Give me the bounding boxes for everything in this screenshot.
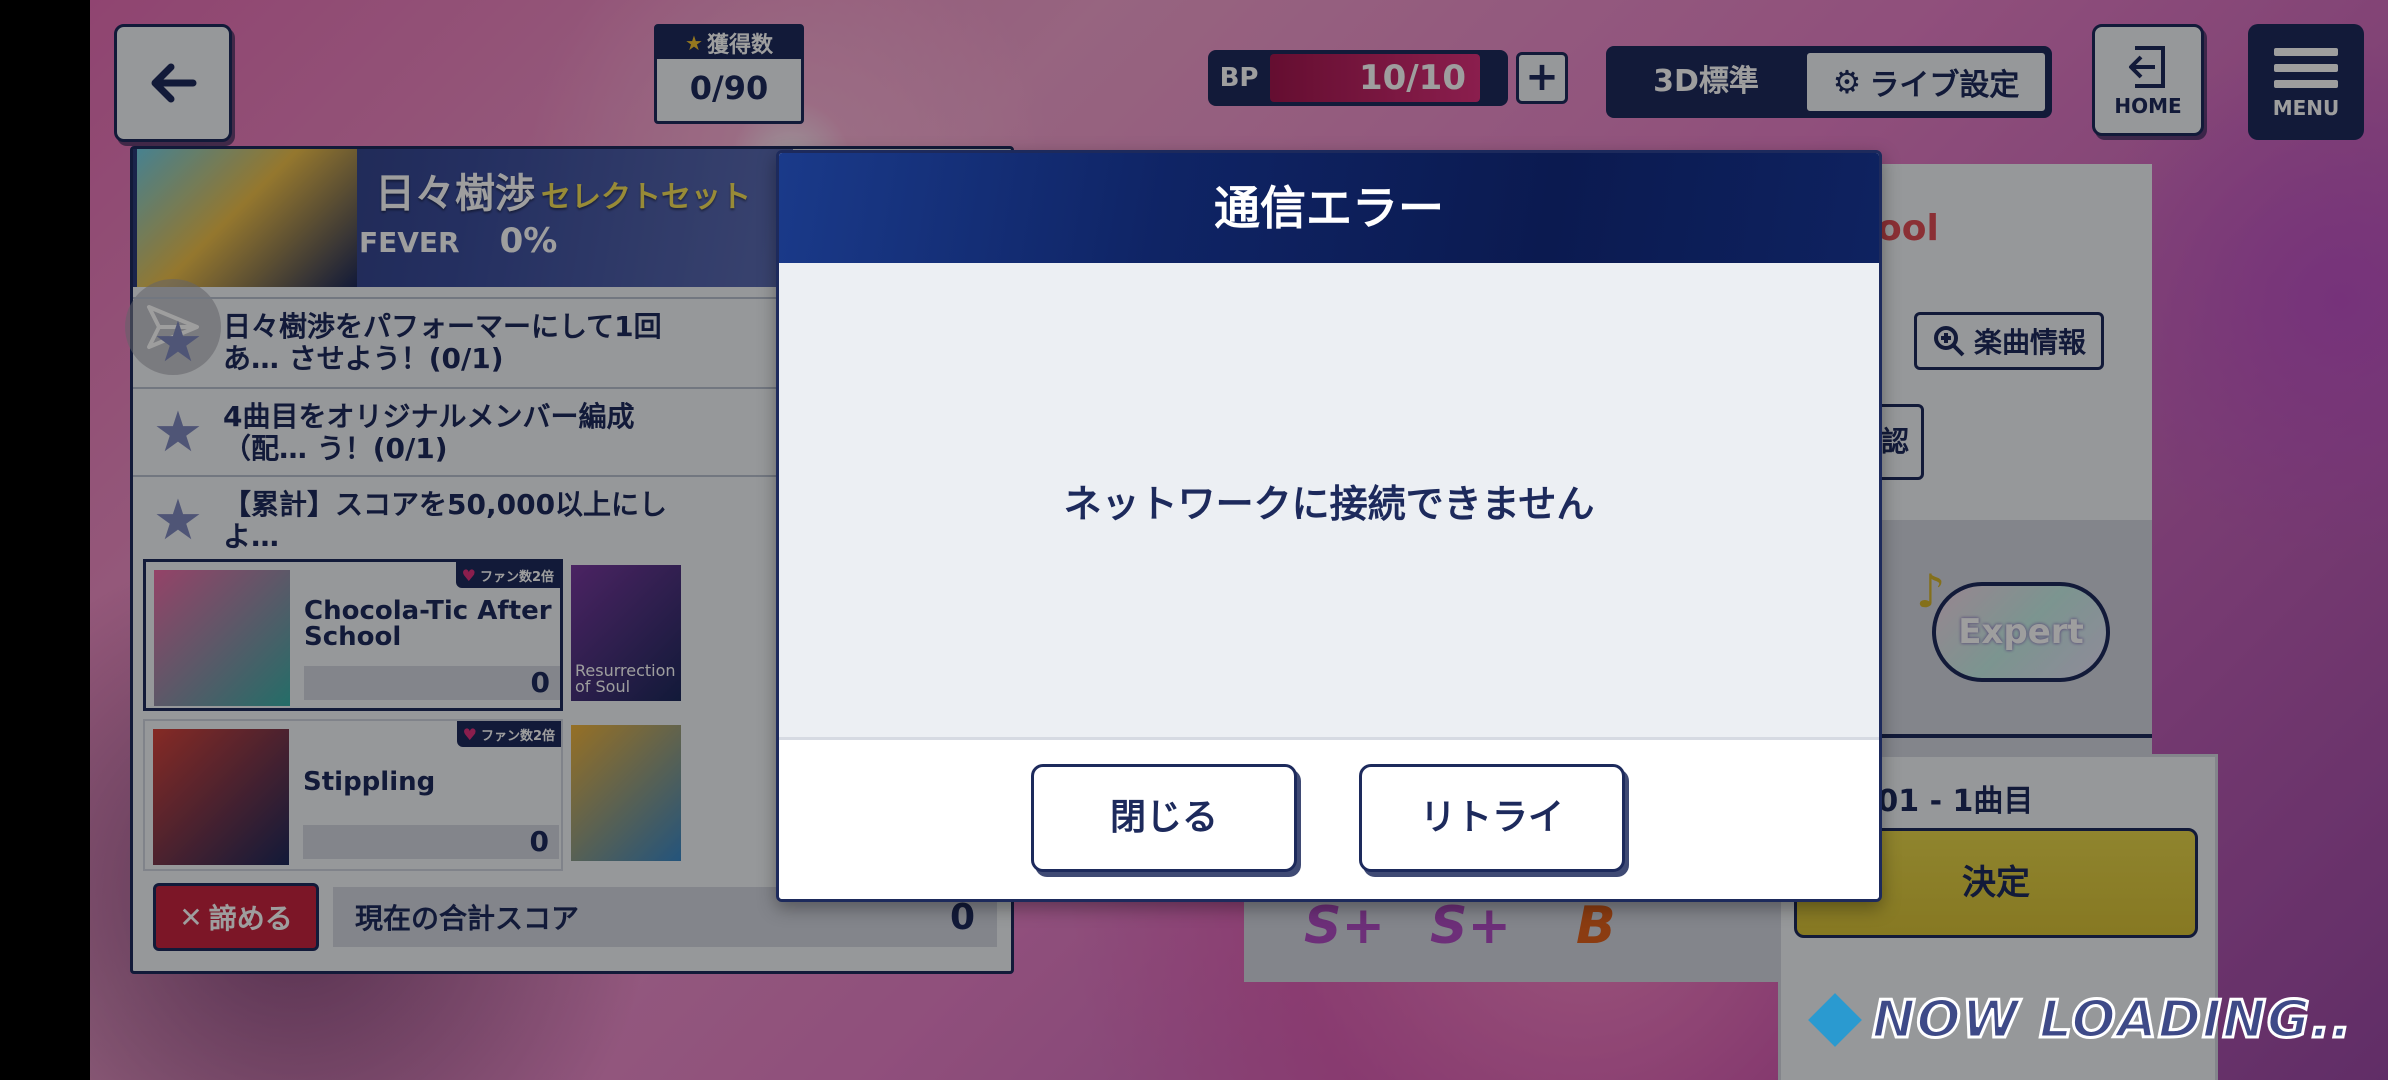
loading-indicator: NOW LOADING.. bbox=[1808, 989, 2353, 1052]
dialog-title: 通信エラー bbox=[779, 153, 1879, 263]
loading-text: NOW LOADING.. bbox=[1870, 989, 2353, 1052]
error-dialog: 通信エラー ネットワークに接続できません 閉じる リトライ bbox=[776, 150, 1882, 902]
game-screen: ★ 獲得数 0/90 BP 10/10 + 3D標準 ⚙ ライブ設定 HOME … bbox=[90, 0, 2388, 1080]
diamond-icon bbox=[1808, 993, 1862, 1047]
retry-button[interactable]: リトライ bbox=[1359, 764, 1625, 872]
dialog-message: ネットワークに接続できません bbox=[1063, 481, 1595, 526]
close-button[interactable]: 閉じる bbox=[1031, 764, 1297, 872]
